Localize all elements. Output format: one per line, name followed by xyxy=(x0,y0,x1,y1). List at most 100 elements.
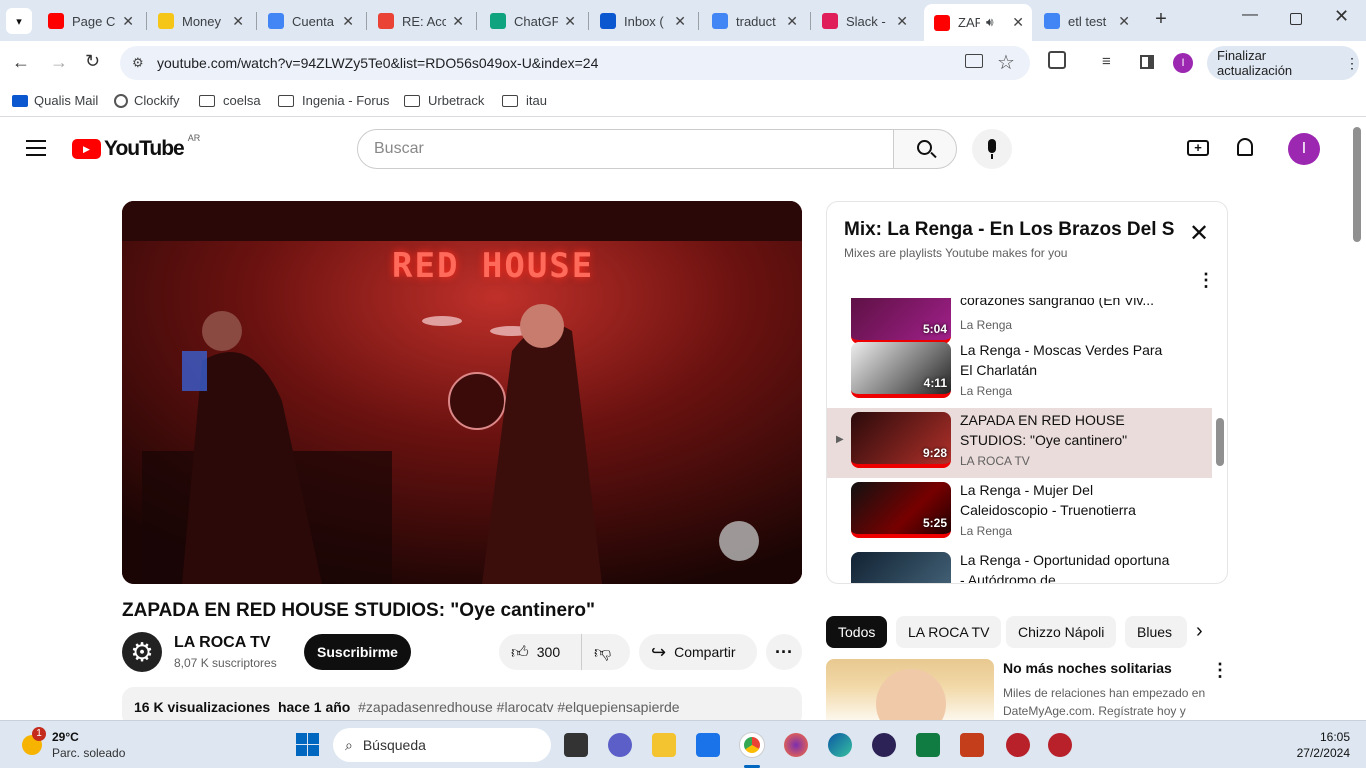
page-scrollbar[interactable] xyxy=(1353,127,1361,242)
notifications-bell-icon[interactable] xyxy=(1237,138,1253,156)
chips-next-arrow-icon[interactable]: › xyxy=(1196,620,1203,643)
bookmark-star-icon[interactable]: ☆ xyxy=(997,50,1015,75)
tab-title: etl test xyxy=(1068,13,1107,29)
minimize-button[interactable]: — xyxy=(1240,6,1260,34)
eclipse-icon[interactable] xyxy=(872,733,896,757)
channel-avatar[interactable]: ⚙ xyxy=(122,632,162,672)
close-tab-icon[interactable]: ✕ xyxy=(1118,13,1130,30)
extensions-icon[interactable] xyxy=(1048,51,1066,69)
chip-chizzo-napoli[interactable]: Chizzo Nápoli xyxy=(1006,616,1117,648)
playlist-item[interactable]: 5:25 La Renga - Mujer Del Caleidoscopio … xyxy=(827,478,1212,548)
subscribe-button[interactable]: Suscribirme xyxy=(304,634,411,670)
playlist-menu-icon[interactable]: ⋮ xyxy=(1197,270,1215,291)
new-tab-button[interactable]: + xyxy=(1150,8,1172,30)
start-button[interactable] xyxy=(296,733,319,756)
store-icon[interactable] xyxy=(696,733,720,757)
browser-tab[interactable]: etl test ✕ xyxy=(1034,6,1138,36)
tab-separator xyxy=(256,12,257,30)
task-view-icon[interactable] xyxy=(564,733,588,757)
browser-tab[interactable]: ChatGP ✕ xyxy=(480,6,584,36)
powerpoint-icon[interactable] xyxy=(960,733,984,757)
tab-search-button[interactable]: ▾ xyxy=(6,8,32,34)
playlist-item-active[interactable]: ▶ 9:28 ZAPADA EN RED HOUSE STUDIOS: "Oye… xyxy=(827,408,1212,478)
ad-menu-icon[interactable]: ⋮ xyxy=(1211,660,1229,681)
browser-tab[interactable]: traduct ✕ xyxy=(702,6,806,36)
bookmark-coelsa[interactable]: coelsa xyxy=(199,93,261,108)
browser-tab[interactable]: RE: Acc ✕ xyxy=(368,6,472,36)
update-button[interactable]: Finalizar actualización ⋮ xyxy=(1207,46,1359,80)
close-tab-icon[interactable]: ✕ xyxy=(452,13,464,30)
bookmark-itau[interactable]: itau xyxy=(502,93,547,108)
excel-icon[interactable] xyxy=(916,733,940,757)
playlist-item[interactable]: 4:11 La Renga - Moscas Verdes Para El Ch… xyxy=(827,338,1212,408)
side-panel-icon[interactable] xyxy=(1140,55,1154,69)
browser-tab[interactable]: Cuenta ✕ xyxy=(258,6,362,36)
search-input[interactable]: Buscar xyxy=(357,129,895,169)
chip-todos[interactable]: Todos xyxy=(826,616,888,648)
share-button[interactable]: ↪ Compartir xyxy=(639,634,757,670)
taskbar-search-box[interactable]: ⌕ Búsqueda xyxy=(333,728,551,762)
playlist-title[interactable]: Mix: La Renga - En Los Brazos Del S... xyxy=(844,219,1174,241)
clock[interactable]: 16:05 27/2/2024 xyxy=(1270,729,1350,761)
weather-widget[interactable]: 1 29°C Parc. soleado xyxy=(18,727,158,763)
search-button[interactable] xyxy=(893,129,957,169)
bookmark-ingenia-forus[interactable]: Ingenia - Forus xyxy=(278,93,389,108)
browser-tab[interactable]: ZAP 🔊︎ ✕ xyxy=(924,4,1032,41)
bookmark-qualis-mail[interactable]: Qualis Mail xyxy=(12,93,98,108)
video-player[interactable]: RED HOUSE xyxy=(122,201,802,584)
forward-button[interactable]: → xyxy=(50,52,68,73)
back-button[interactable]: ← xyxy=(12,52,30,73)
ad-thumbnail[interactable] xyxy=(826,659,994,729)
close-tab-icon[interactable]: ✕ xyxy=(896,13,908,30)
close-tab-icon[interactable]: ✕ xyxy=(122,13,134,30)
voice-search-button[interactable] xyxy=(972,129,1012,169)
bookmark-clockify[interactable]: Clockify xyxy=(114,93,180,108)
youtube-icon xyxy=(48,13,64,29)
ad-title[interactable]: No más noches solitarias xyxy=(1003,660,1172,676)
close-tab-icon[interactable]: ✕ xyxy=(674,13,686,30)
channel-name[interactable]: LA ROCA TV xyxy=(174,634,271,652)
playlist-item[interactable]: La Renga - Oportunidad oportuna - Autódr… xyxy=(827,548,1212,583)
youtube-logo[interactable]: ▶ YouTube AR xyxy=(72,133,200,161)
close-tab-icon[interactable]: ✕ xyxy=(232,13,244,30)
browser-tab[interactable]: Slack - ✕ xyxy=(812,6,916,36)
close-tab-icon[interactable]: ✕ xyxy=(342,13,354,30)
close-tab-icon[interactable]: ✕ xyxy=(564,13,576,30)
edge-icon[interactable] xyxy=(828,733,852,757)
file-explorer-icon[interactable] xyxy=(652,733,676,757)
reload-button[interactable]: ↻ xyxy=(85,51,100,72)
weather-temp: 29°C xyxy=(52,730,79,744)
site-info-icon[interactable]: ⚙ xyxy=(132,55,144,71)
bookmark-urbetrack[interactable]: Urbetrack xyxy=(404,93,484,108)
close-tab-icon[interactable]: ✕ xyxy=(786,13,798,30)
firefox-icon[interactable] xyxy=(784,733,808,757)
url-text[interactable]: youtube.com/watch?v=94ZLWZy5Te0&list=RDO… xyxy=(157,55,598,71)
teams-icon[interactable] xyxy=(608,733,632,757)
more-actions-button[interactable]: ··· xyxy=(766,634,802,670)
user-avatar[interactable]: I xyxy=(1288,133,1320,165)
menu-icon[interactable] xyxy=(26,140,46,156)
profile-avatar[interactable]: I xyxy=(1173,53,1193,73)
app-x2-icon[interactable] xyxy=(1048,733,1072,757)
app-x-icon[interactable] xyxy=(1006,733,1030,757)
chrome-icon[interactable] xyxy=(740,733,764,757)
hashtags[interactable]: #zapadasenredhouse #larocatv #elquepiens… xyxy=(358,699,679,715)
address-bar[interactable]: ⚙ youtube.com/watch?v=94ZLWZy5Te0&list=R… xyxy=(120,46,1030,80)
playlist-scrollbar[interactable] xyxy=(1216,418,1224,466)
browser-tab[interactable]: Money ✕ xyxy=(148,6,252,36)
create-video-icon[interactable]: + xyxy=(1187,140,1209,156)
dislike-button[interactable]: 👎︎ xyxy=(582,642,611,663)
browser-tab[interactable]: Page Cl ✕ xyxy=(38,6,142,36)
media-control-icon[interactable]: ≡ xyxy=(1102,53,1111,70)
chip-blues[interactable]: Blues xyxy=(1125,616,1187,648)
like-button[interactable]: 👍︎ 300 xyxy=(499,634,582,670)
chip-la-roca-tv[interactable]: LA ROCA TV xyxy=(896,616,1002,648)
browser-tab[interactable]: Inbox (✕ xyxy=(590,6,694,36)
close-tab-icon[interactable]: ✕ xyxy=(1012,14,1024,31)
maximize-button[interactable] xyxy=(1290,13,1302,25)
speaker-icon[interactable]: 🔊︎ xyxy=(986,15,994,30)
close-window-button[interactable]: ✕ xyxy=(1334,6,1349,27)
view-count: 16 K visualizaciones xyxy=(134,699,271,715)
close-playlist-icon[interactable]: ✕ xyxy=(1189,222,1209,246)
install-app-icon[interactable] xyxy=(965,54,983,68)
